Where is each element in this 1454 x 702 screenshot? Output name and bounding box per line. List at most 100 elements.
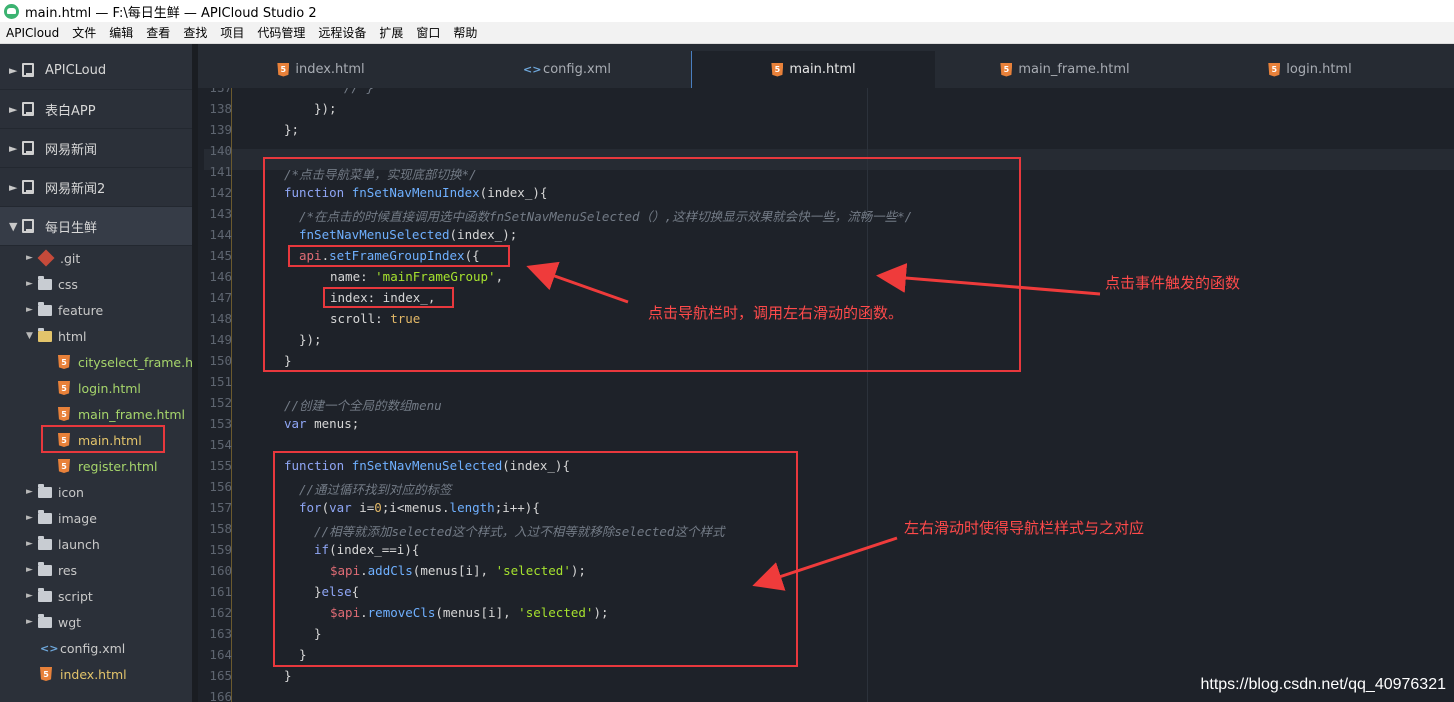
chevron-right-icon[interactable]: ► [26,565,38,575]
code-token: , [495,269,504,284]
tab-label: login.html [1286,62,1352,77]
tree-label: wgt [58,614,82,630]
tree-item-main-frame[interactable]: 5 main_frame.html [58,401,185,427]
watermark: https://blog.csdn.net/qq_40976321 [1200,676,1446,693]
code-line-160: $api.addCls(menus[i], 'selected'); [330,563,586,578]
code-token: if [314,542,330,557]
tab-label: main_frame.html [1018,62,1130,77]
tree-item-cityselect-frame[interactable]: 5 cityselect_frame.htm [58,349,192,375]
chevron-right-icon[interactable]: ► [26,487,38,497]
tree-label: html [58,328,87,344]
project-book-icon [22,63,34,77]
code-line-146: name: 'mainFrameGroup', [330,269,503,284]
editor-tab-bar: 5 index.html <> config.xml 5 main.html 5… [198,44,1454,88]
chevron-right-icon[interactable]: ► [26,591,38,601]
menu-file[interactable]: 文件 [72,24,96,41]
chevron-right-icon[interactable]: ► [26,539,38,549]
chevron-right-icon[interactable]: ► [26,253,38,263]
tab-config-xml[interactable]: <> config.xml [444,51,690,88]
chevron-right-icon[interactable]: ► [9,142,19,155]
tree-item-login[interactable]: 5 login.html [58,375,141,401]
code-line-141: /*点击导航菜单，实现底部切换*/ [284,167,477,182]
tree-label: register.html [78,458,158,474]
tree-item-image[interactable]: ► image [26,505,97,531]
html5-file-icon: 5 [1268,62,1281,77]
code-line-148: scroll: true [330,311,420,326]
project-meiri-shengxian[interactable]: ▼ 每日生鲜 [0,207,192,246]
code-line-147: index: index_, [330,290,436,305]
menu-project[interactable]: 项目 [220,24,244,41]
tab-main-html[interactable]: 5 main.html [691,51,935,88]
chevron-right-icon[interactable]: ► [9,64,19,77]
tree-label: image [58,510,97,526]
code-token: scroll: [330,311,391,326]
menu-code-management[interactable]: 代码管理 [257,24,305,41]
code-line-162: $api.removeCls(menus[i], 'selected'); [330,605,609,620]
line-number: 151 [209,374,232,389]
code-token: (index_==i){ [329,542,420,557]
code-token: removeCls [367,605,436,620]
line-number: 159 [209,542,232,557]
menu-help[interactable]: 帮助 [453,24,477,41]
line-number: 152 [209,395,232,410]
code-token: . [360,563,368,578]
html5-file-icon: 5 [1000,62,1013,77]
chevron-down-icon[interactable]: ▼ [26,331,38,341]
line-number: 165 [209,668,232,683]
code-token: ({ [464,248,480,263]
chevron-down-icon[interactable]: ▼ [9,220,19,233]
code-token: fnSetNavMenuSelected [351,458,503,473]
tab-index-html[interactable]: 5 index.html [198,51,444,88]
chevron-right-icon[interactable]: ► [26,617,38,627]
menu-apicloud[interactable]: APICloud [6,26,59,40]
tree-item-icon[interactable]: ► icon [26,479,84,505]
line-number: 150 [209,353,232,368]
code-token: { [351,584,360,599]
code-line-137: // } [344,88,374,95]
tree-label: css [58,276,78,292]
tree-item-css[interactable]: ► css [26,271,78,297]
code-editor[interactable]: 137 138 139 140 141 142 143 144 145 146 … [198,88,1454,702]
code-token: fnSetNavMenuIndex [351,185,480,200]
chevron-right-icon[interactable]: ► [9,181,19,194]
project-biaobai-app[interactable]: ► 表白APP [0,90,192,129]
title-bar: main.html — F:\每日生鲜 — APICloud Studio 2 [0,0,1454,22]
tree-item-script[interactable]: ► script [26,583,93,609]
tree-item-feature[interactable]: ► feature [26,297,103,323]
chevron-right-icon[interactable]: ► [26,279,38,289]
folder-icon [38,301,52,316]
project-wangyi-news-2[interactable]: ► 网易新闻2 [0,168,192,207]
chevron-right-icon[interactable]: ► [9,103,19,116]
code-token: function [284,185,352,200]
tree-item-res[interactable]: ► res [26,557,77,583]
project-apicloud[interactable]: ► APICLoud [0,51,192,90]
menu-window[interactable]: 窗口 [416,24,440,41]
project-wangyi-news[interactable]: ► 网易新闻 [0,129,192,168]
menu-remote-device[interactable]: 远程设备 [318,24,366,41]
tree-item-html[interactable]: ▼ html [26,323,86,349]
chevron-right-icon[interactable]: ► [26,305,38,315]
html5-file-icon: 5 [40,667,52,681]
line-number: 145 [209,248,232,263]
tree-item-index-html[interactable]: 5 index.html [40,661,127,687]
tab-login-html[interactable]: 5 login.html [1195,51,1425,88]
tree-item-config-xml[interactable]: <> config.xml [40,635,125,661]
tree-item-register[interactable]: 5 register.html [58,453,158,479]
menu-extensions[interactable]: 扩展 [379,24,403,41]
project-book-icon [22,219,34,233]
tree-item-launch[interactable]: ► launch [26,531,100,557]
tree-item-wgt[interactable]: ► wgt [26,609,81,635]
chevron-right-icon[interactable]: ► [26,513,38,523]
line-number: 140 [209,143,232,158]
html5-file-icon: 5 [277,62,290,77]
tab-main-frame-html[interactable]: 5 main_frame.html [935,51,1195,88]
code-token: ( [321,500,330,515]
code-token: i= [359,500,375,515]
menu-edit[interactable]: 编辑 [109,24,133,41]
menu-view[interactable]: 查看 [146,24,170,41]
menu-find[interactable]: 查找 [183,24,207,41]
code-line-163: } [314,626,322,641]
tree-item-git[interactable]: ► .git [26,245,80,271]
xml-file-icon: <> [40,641,59,655]
line-number: 144 [209,227,232,242]
